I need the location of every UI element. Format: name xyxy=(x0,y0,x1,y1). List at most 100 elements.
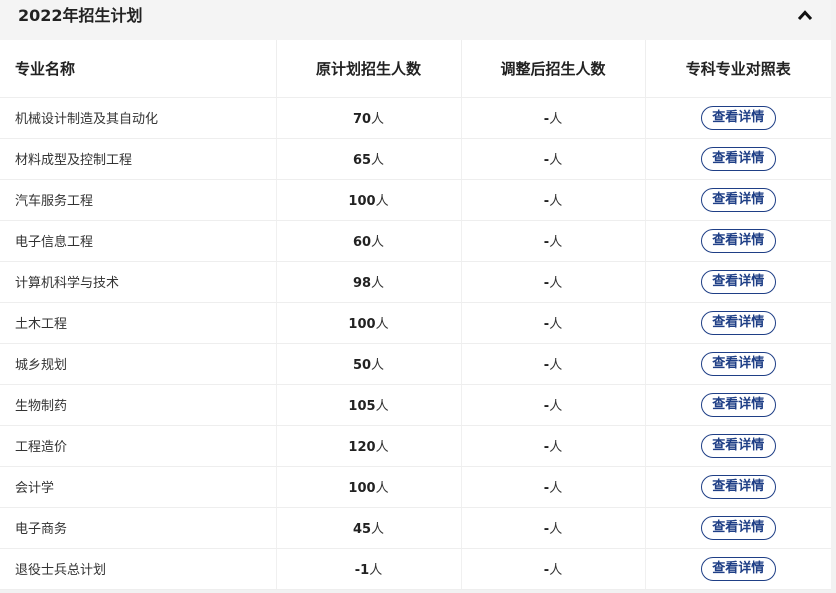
major-name: 电子商务 xyxy=(0,507,277,549)
table-row: 城乡规划 50人 -人 查看详情 xyxy=(0,343,831,385)
view-details-button[interactable]: 查看详情 xyxy=(700,310,776,335)
view-details-button[interactable]: 查看详情 xyxy=(700,433,776,458)
adjusted-unit: 人 xyxy=(549,317,563,332)
adjusted-count: -人 xyxy=(461,179,646,221)
major-name: 材料成型及控制工程 xyxy=(0,138,277,180)
major-name: 计算机科学与技术 xyxy=(0,261,277,303)
view-details-button[interactable]: 查看详情 xyxy=(700,187,776,212)
table-row: 汽车服务工程 100人 -人 查看详情 xyxy=(0,179,831,221)
mapping-cell: 查看详情 xyxy=(645,302,831,344)
adjusted-count: -人 xyxy=(461,138,646,180)
planned-unit: 人 xyxy=(375,440,389,455)
mapping-cell: 查看详情 xyxy=(645,220,831,262)
adjusted-count: -人 xyxy=(461,343,646,385)
planned-count: 65人 xyxy=(276,138,462,180)
table-row: 生物制药 105人 -人 查看详情 xyxy=(0,384,831,426)
view-details-button[interactable]: 查看详情 xyxy=(700,515,776,540)
table-row: 工程造价 120人 -人 查看详情 xyxy=(0,425,831,467)
table-row: 材料成型及控制工程 65人 -人 查看详情 xyxy=(0,138,831,180)
adjusted-unit: 人 xyxy=(549,522,563,537)
planned-count: 100人 xyxy=(276,466,462,508)
planned-unit: 人 xyxy=(375,194,389,209)
col-header-adjusted: 调整后招生人数 xyxy=(461,40,646,98)
col-header-mapping: 专科专业对照表 xyxy=(645,40,831,98)
adjusted-count: -人 xyxy=(461,220,646,262)
major-name: 会计学 xyxy=(0,466,277,508)
planned-number: 100 xyxy=(348,194,376,209)
mapping-cell: 查看详情 xyxy=(645,425,831,467)
table-header-row: 专业名称 原计划招生人数 调整后招生人数 专科专业对照表 xyxy=(0,40,831,98)
planned-count: 45人 xyxy=(276,507,462,549)
view-details-button[interactable]: 查看详情 xyxy=(700,228,776,253)
table-row: 会计学 100人 -人 查看详情 xyxy=(0,466,831,508)
major-name: 城乡规划 xyxy=(0,343,277,385)
major-name: 电子信息工程 xyxy=(0,220,277,262)
adjusted-unit: 人 xyxy=(549,563,563,578)
planned-unit: 人 xyxy=(375,481,389,496)
adjusted-count: -人 xyxy=(461,466,646,508)
planned-number: 70 xyxy=(352,112,372,127)
view-details-button[interactable]: 查看详情 xyxy=(700,269,776,294)
table-row: 电子信息工程 60人 -人 查看详情 xyxy=(0,220,831,262)
planned-unit: 人 xyxy=(371,112,385,127)
planned-unit: 人 xyxy=(371,358,385,373)
admission-plan-panel: 2022年招生计划 专业名称 原计划招生人数 调整后招生人数 专科专业对照表 机… xyxy=(0,0,831,590)
adjusted-unit: 人 xyxy=(549,112,563,127)
adjusted-count: -人 xyxy=(461,548,646,590)
mapping-cell: 查看详情 xyxy=(645,261,831,303)
planned-number: 100 xyxy=(348,317,376,332)
planned-unit: 人 xyxy=(371,235,385,250)
adjusted-unit: 人 xyxy=(549,194,563,209)
mapping-cell: 查看详情 xyxy=(645,97,831,139)
planned-number: 105 xyxy=(348,399,376,414)
view-details-button[interactable]: 查看详情 xyxy=(700,392,776,417)
planned-unit: 人 xyxy=(371,522,385,537)
adjusted-count: -人 xyxy=(461,384,646,426)
view-details-button[interactable]: 查看详情 xyxy=(700,105,776,130)
planned-count: 70人 xyxy=(276,97,462,139)
planned-unit: 人 xyxy=(375,317,389,332)
panel-header[interactable]: 2022年招生计划 xyxy=(0,0,831,40)
planned-count: -1人 xyxy=(276,548,462,590)
table-row: 机械设计制造及其自动化 70人 -人 查看详情 xyxy=(0,97,831,139)
mapping-cell: 查看详情 xyxy=(645,138,831,180)
adjusted-unit: 人 xyxy=(549,153,563,168)
planned-number: 98 xyxy=(352,276,372,291)
adjusted-unit: 人 xyxy=(549,276,563,291)
view-details-button[interactable]: 查看详情 xyxy=(700,146,776,171)
col-header-major: 专业名称 xyxy=(0,40,277,98)
major-name: 汽车服务工程 xyxy=(0,179,277,221)
mapping-cell: 查看详情 xyxy=(645,507,831,549)
mapping-cell: 查看详情 xyxy=(645,343,831,385)
planned-number: 65 xyxy=(352,153,372,168)
table-row: 土木工程 100人 -人 查看详情 xyxy=(0,302,831,344)
planned-count: 50人 xyxy=(276,343,462,385)
adjusted-count: -人 xyxy=(461,302,646,344)
table-row: 退役士兵总计划 -1人 -人 查看详情 xyxy=(0,548,831,590)
major-name: 机械设计制造及其自动化 xyxy=(0,97,277,139)
planned-unit: 人 xyxy=(371,153,385,168)
adjusted-count: -人 xyxy=(461,97,646,139)
adjusted-unit: 人 xyxy=(549,399,563,414)
mapping-cell: 查看详情 xyxy=(645,548,831,590)
adjusted-unit: 人 xyxy=(549,235,563,250)
adjusted-count: -人 xyxy=(461,261,646,303)
planned-unit: 人 xyxy=(375,399,389,414)
view-details-button[interactable]: 查看详情 xyxy=(700,556,776,581)
planned-number: 100 xyxy=(348,481,376,496)
planned-count: 98人 xyxy=(276,261,462,303)
collapse-toggle[interactable] xyxy=(795,7,815,23)
planned-count: 105人 xyxy=(276,384,462,426)
planned-count: 60人 xyxy=(276,220,462,262)
planned-number: 50 xyxy=(352,358,372,373)
planned-number: 60 xyxy=(352,235,372,250)
mapping-cell: 查看详情 xyxy=(645,179,831,221)
adjusted-unit: 人 xyxy=(549,358,563,373)
view-details-button[interactable]: 查看详情 xyxy=(700,474,776,499)
mapping-cell: 查看详情 xyxy=(645,384,831,426)
adjusted-unit: 人 xyxy=(549,440,563,455)
chevron-up-icon xyxy=(798,10,812,20)
planned-unit: 人 xyxy=(371,276,385,291)
view-details-button[interactable]: 查看详情 xyxy=(700,351,776,376)
major-name: 工程造价 xyxy=(0,425,277,467)
